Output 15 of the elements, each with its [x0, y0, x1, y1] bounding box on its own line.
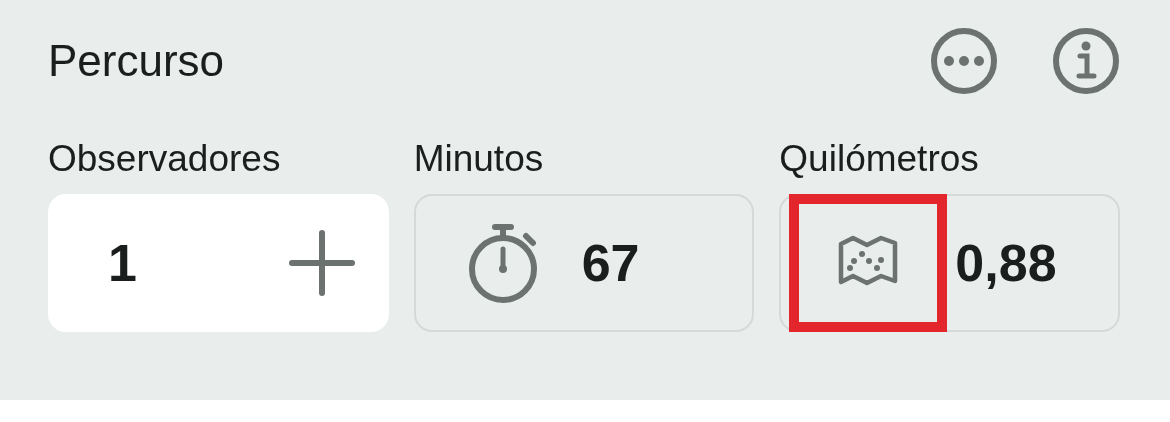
field-label: Observadores — [48, 138, 282, 180]
distance-field[interactable]: 0,88 — [779, 194, 1120, 332]
field-label: Minutos — [413, 138, 545, 180]
more-icon — [930, 27, 998, 95]
field-label: Quilómetros — [779, 138, 980, 180]
info-icon — [1052, 27, 1120, 95]
plus-icon[interactable] — [288, 230, 355, 296]
field-value: 67 — [581, 233, 640, 293]
section-title: Percurso — [48, 36, 225, 86]
info-button[interactable] — [1052, 27, 1120, 95]
minutes-field[interactable]: 67 — [413, 194, 755, 332]
field-value: 0,88 — [955, 233, 1057, 293]
stepper-field[interactable]: 1 — [48, 194, 389, 332]
more-button[interactable] — [930, 27, 998, 95]
observer-count: 1 — [108, 233, 137, 293]
